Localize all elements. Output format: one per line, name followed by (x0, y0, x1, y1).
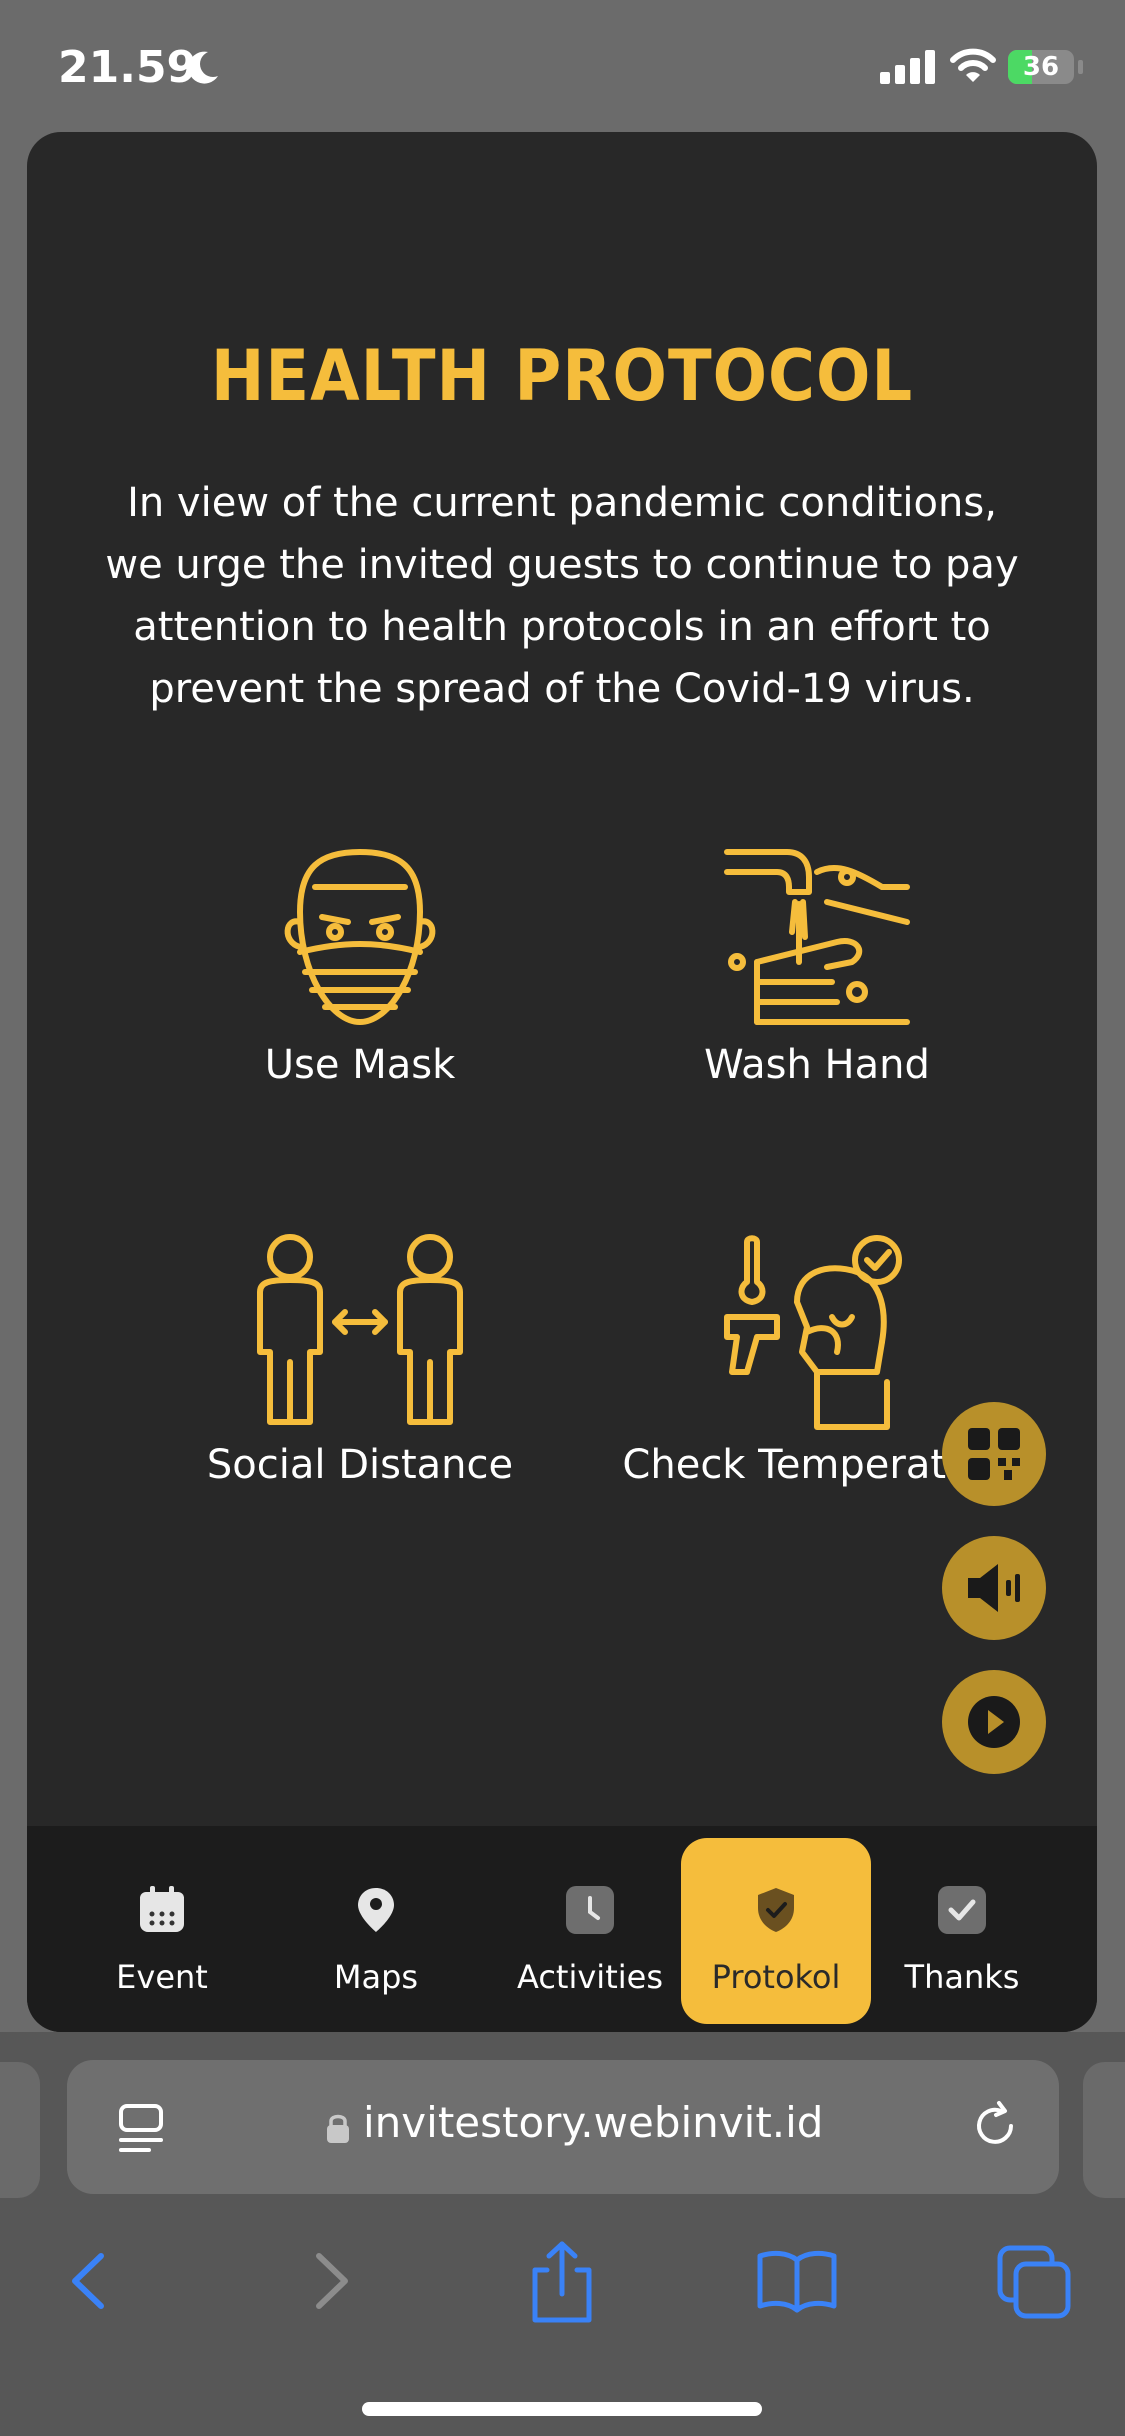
qr-code-button[interactable] (942, 1402, 1046, 1506)
wash-hand-icon (724, 849, 910, 1025)
tab-activities[interactable]: Activities (495, 1838, 685, 2024)
map-pin-icon (358, 1888, 394, 1932)
moon-icon (188, 51, 218, 84)
tab-label: Event (116, 1958, 208, 1996)
lock-icon (327, 2114, 349, 2143)
mask-icon (284, 849, 436, 1025)
share-icon[interactable] (517, 2236, 607, 2326)
play-icon (968, 1696, 1020, 1748)
tab-event[interactable]: Event (67, 1838, 257, 2024)
status-time: 21.59 (58, 42, 198, 93)
protocol-label: Social Distance (206, 1442, 514, 1488)
bookmarks-icon[interactable] (752, 2236, 842, 2326)
protocol-label: Use Mask (264, 1042, 456, 1088)
section-title: HEALTH PROTOCOL (210, 336, 914, 418)
tab-label: Protokol (711, 1958, 841, 1996)
bottom-tab-bar: Event Maps Activities Protokol Thanks (27, 1826, 1097, 2032)
home-indicator (362, 2402, 762, 2416)
protocol-label: Wash Hand (704, 1042, 930, 1088)
address-bar[interactable]: invitestory.webinvit.id (67, 2060, 1059, 2194)
section-intro: In view of the current pandemic conditio… (105, 480, 1019, 712)
status-bar: 21.59 36 (0, 0, 1125, 132)
tab-thanks[interactable]: Thanks (867, 1838, 1057, 2024)
shield-check-icon (758, 1888, 794, 1932)
calendar-icon (140, 1886, 184, 1932)
signal-icon (880, 50, 935, 84)
protocol-item-social-distance: Social Distance (160, 1232, 560, 1496)
thermometer-icon (724, 1235, 902, 1430)
protocol-item-mask: Use Mask (160, 832, 560, 1096)
next-tab-preview[interactable] (1083, 2062, 1125, 2198)
battery-cap (1078, 60, 1083, 74)
qr-code-icon (968, 1428, 1020, 1480)
previous-tab-preview[interactable] (0, 2062, 40, 2198)
check-icon (938, 1886, 986, 1934)
clock-icon (566, 1886, 614, 1934)
battery-indicator: 36 (1008, 50, 1074, 84)
tab-label: Thanks (904, 1958, 1020, 1996)
speaker-icon (968, 1564, 1020, 1612)
protocol-item-wash-hand: Wash Hand (617, 832, 1017, 1096)
tabs-icon[interactable] (990, 2236, 1080, 2326)
browser-url-area: invitestory.webinvit.id (0, 2032, 1125, 2222)
play-button[interactable] (942, 1670, 1046, 1774)
tab-maps[interactable]: Maps (281, 1838, 471, 2024)
battery-level: 36 (1022, 52, 1060, 82)
social-distance-icon (257, 1234, 463, 1425)
forward-icon[interactable] (285, 2236, 375, 2326)
wifi-icon (950, 48, 996, 82)
content-card: HEALTH PROTOCOL In view of the current p… (27, 132, 1097, 2032)
tab-label: Maps (333, 1958, 419, 1996)
reader-mode-icon[interactable] (117, 2102, 165, 2154)
audio-toggle-button[interactable] (942, 1536, 1046, 1640)
tab-label: Activities (517, 1958, 663, 1996)
tab-protokol[interactable]: Protokol (681, 1838, 871, 2024)
reload-icon[interactable] (967, 2098, 1023, 2154)
url-text: invitestory.webinvit.id (363, 2098, 824, 2147)
browser-toolbar (0, 2222, 1125, 2436)
back-icon[interactable] (45, 2236, 135, 2326)
